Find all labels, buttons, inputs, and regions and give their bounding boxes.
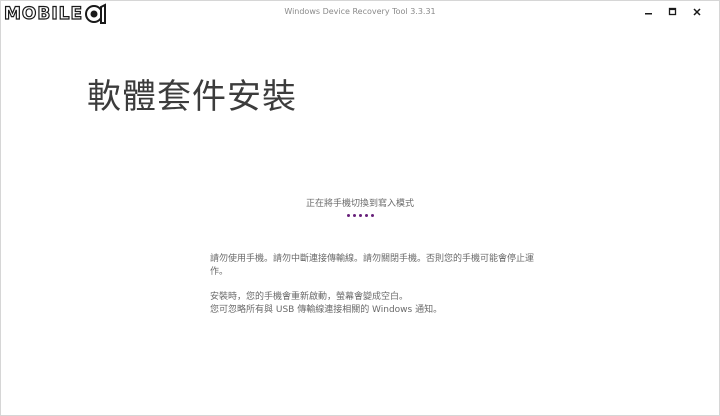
progress-dot [371,214,374,217]
warning-line: 您可忽略所有與 USB 傳輸線連接相關的 Windows 通知。 [210,305,443,315]
status-text: 正在將手機切換到寫入模式 [305,199,414,209]
maximize-button[interactable] [661,4,685,20]
window-controls [637,4,709,20]
app-window: MOBILE Windows Device Recovery Tool 3.3.… [0,0,720,416]
close-button[interactable] [685,4,709,20]
warning-paragraph: 安裝時，您的手機會重新啟動，螢幕會變成空白。 您可忽略所有與 USB 傳輸線連接… [210,291,540,317]
warning-paragraph: 請勿使用手機。請勿中斷連接傳輸線。請勿關閉手機。否則您的手機可能會停止運作。 [210,254,535,277]
title-bar[interactable]: MOBILE Windows Device Recovery Tool 3.3.… [1,1,719,25]
warning-line: 安裝時，您的手機會重新啟動，螢幕會變成空白。 [210,292,409,302]
progress-dot [347,214,350,217]
close-icon [693,8,701,16]
progress-dot [365,214,368,217]
minimize-button[interactable] [637,4,661,20]
page-title: 軟體套件安裝 [87,76,297,117]
window-title: Windows Device Recovery Tool 3.3.31 [284,7,436,16]
warning-messages: 請勿使用手機。請勿中斷連接傳輸線。請勿關閉手機。否則您的手機可能會停止運作。 安… [210,253,540,317]
progress-dot [359,214,362,217]
progress-indicator [347,214,374,217]
minimize-icon [645,13,652,15]
maximize-icon [668,7,677,16]
progress-dot [353,214,356,217]
